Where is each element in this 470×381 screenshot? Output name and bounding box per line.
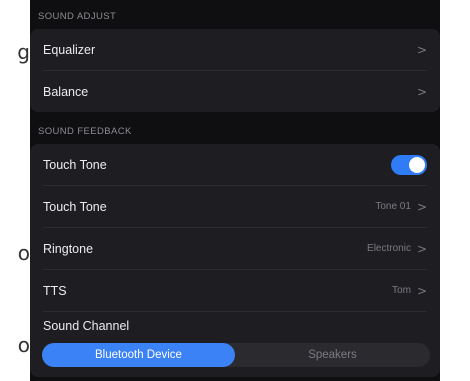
chevron-right-icon: >: [416, 241, 427, 256]
balance-row[interactable]: Balance >: [43, 71, 427, 112]
background-text-glyph: g: [17, 40, 30, 64]
sound-feedback-section-title: SOUND FEEDBACK: [38, 126, 132, 137]
sound-adjust-card: Equalizer > Balance >: [30, 29, 440, 112]
background-text-glyph: o: [17, 333, 30, 357]
ringtone-row[interactable]: Ringtone Electronic >: [43, 228, 427, 270]
sound-channel-label: Sound Channel: [43, 319, 130, 333]
tts-value: Tom: [392, 285, 411, 296]
ringtone-value: Electronic: [367, 243, 411, 254]
sound-channel-option-bluetooth[interactable]: Bluetooth Device: [42, 343, 235, 367]
toggle-knob: [409, 156, 425, 173]
chevron-right-icon: >: [416, 42, 427, 57]
touch-tone-toggle[interactable]: [391, 154, 427, 175]
touch-tone-toggle-label: Touch Tone: [43, 157, 107, 172]
background-text-glyph: o: [17, 241, 30, 265]
touch-tone-value: Tone 01: [375, 201, 411, 212]
chevron-right-icon: >: [416, 84, 427, 99]
sound-feedback-card: Touch Tone Touch Tone Tone 01 > Ringtone…: [30, 144, 440, 377]
equalizer-label: Equalizer: [43, 42, 96, 57]
sound-adjust-section-title: SOUND ADJUST: [38, 11, 117, 22]
sound-channel-option-speakers[interactable]: Speakers: [235, 343, 430, 367]
sound-channel-selector: Bluetooth Device Speakers: [42, 343, 430, 367]
tts-row[interactable]: TTS Tom >: [43, 270, 427, 312]
chevron-right-icon: >: [416, 283, 427, 298]
equalizer-row[interactable]: Equalizer >: [43, 29, 427, 71]
ringtone-label: Ringtone: [43, 241, 94, 256]
chevron-right-icon: >: [416, 199, 427, 214]
touch-tone-row[interactable]: Touch Tone Tone 01 >: [43, 186, 427, 228]
touch-tone-label: Touch Tone: [43, 199, 107, 214]
tts-label: TTS: [43, 283, 67, 298]
touch-tone-toggle-row: Touch Tone: [43, 144, 427, 186]
balance-label: Balance: [43, 84, 89, 99]
sound-settings-panel: SOUND ADJUST Equalizer > Balance > SOUND…: [30, 0, 440, 381]
